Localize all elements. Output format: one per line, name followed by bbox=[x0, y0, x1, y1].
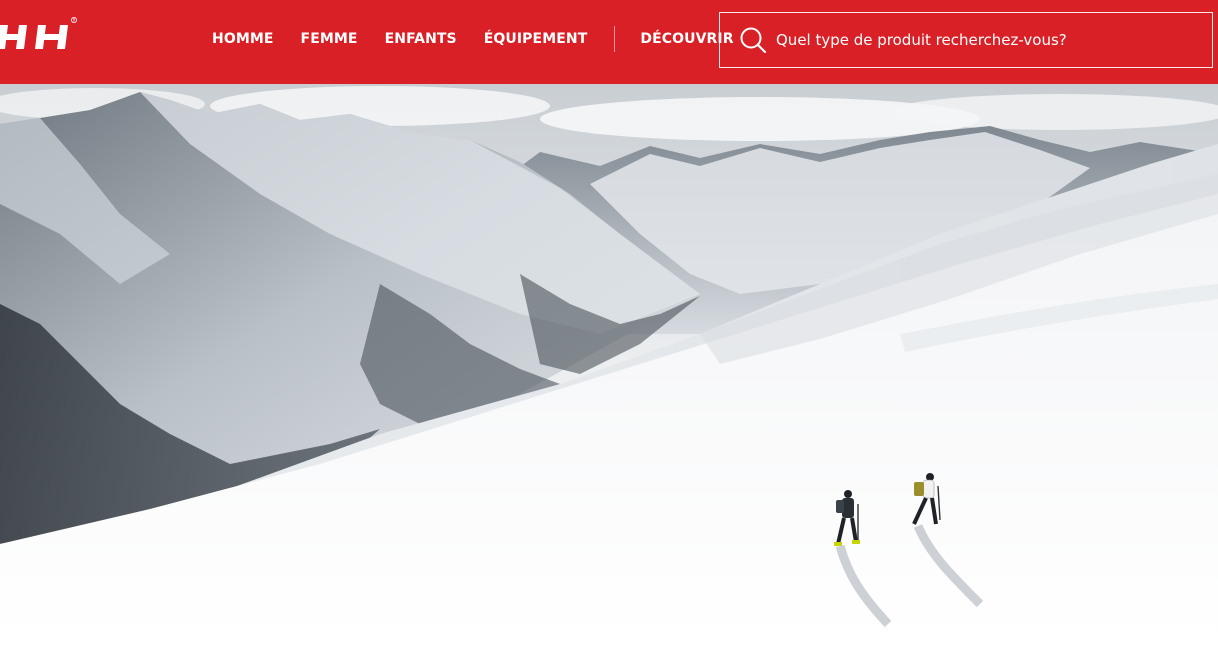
nav-item-homme[interactable]: HOMME bbox=[212, 31, 274, 47]
search-input[interactable] bbox=[774, 30, 1212, 50]
search-icon[interactable] bbox=[738, 25, 768, 55]
helly-hansen-logo[interactable]: R bbox=[0, 15, 80, 59]
main-nav: HOMME FEMME ENFANTS ÉQUIPEMENT DÉCOUVRIR bbox=[212, 0, 734, 78]
search-box[interactable] bbox=[719, 12, 1213, 68]
hero-banner[interactable] bbox=[0, 84, 1218, 642]
nav-item-enfants[interactable]: ENFANTS bbox=[385, 31, 457, 47]
svg-text:R: R bbox=[73, 18, 76, 23]
nav-divider bbox=[614, 26, 616, 52]
mountain-hero-image bbox=[0, 84, 1218, 642]
site-header: R HOMME FEMME ENFANTS ÉQUIPEMENT DÉCOUVR… bbox=[0, 0, 1218, 84]
nav-item-equipement[interactable]: ÉQUIPEMENT bbox=[484, 31, 588, 47]
nav-item-femme[interactable]: FEMME bbox=[301, 31, 358, 47]
